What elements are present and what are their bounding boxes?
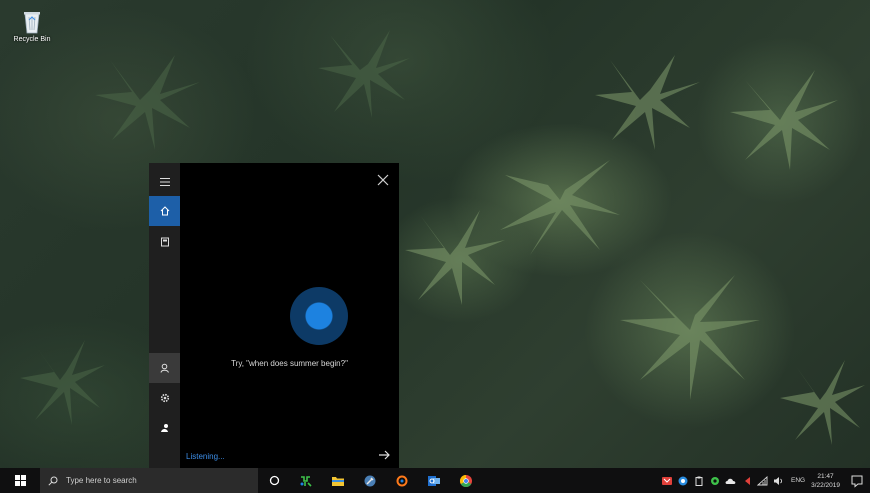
recycle-bin-icon: [21, 8, 43, 34]
cortana-panel: Try, "when does summer begin?" Listening…: [149, 163, 399, 468]
red-arrow-icon: [744, 476, 750, 485]
start-button[interactable]: [0, 468, 40, 493]
clock[interactable]: 21:47 3/22/2019: [811, 472, 840, 490]
chrome-icon: [459, 474, 472, 487]
cortana-status: Listening...: [186, 452, 225, 461]
cortana-menu-button[interactable]: [149, 167, 180, 197]
gear-icon: [160, 393, 169, 403]
person-icon: [160, 363, 169, 373]
tray-clipboard[interactable]: [693, 475, 705, 487]
tray-app-red[interactable]: [661, 475, 673, 487]
close-button[interactable]: [376, 173, 390, 187]
cortana-orb[interactable]: [290, 287, 348, 345]
close-icon: [377, 174, 389, 186]
action-center-button[interactable]: [850, 474, 864, 488]
taskbar-app-tool[interactable]: [354, 468, 386, 493]
green-tray-icon: [710, 476, 719, 485]
taskbar-cortana-button[interactable]: [258, 468, 290, 493]
circle-icon: [269, 475, 279, 486]
tray-network[interactable]: [757, 475, 769, 487]
home-icon: [160, 206, 169, 216]
cortana-content: Try, "when does summer begin?" Listening…: [180, 163, 399, 468]
mail-icon: [428, 475, 440, 486]
search-icon: [48, 476, 58, 486]
desktop-wallpaper: [0, 0, 870, 468]
volume-icon: [774, 476, 783, 485]
leaf-pattern: [20, 30, 865, 445]
orange-app-icon: [396, 475, 408, 486]
system-tray: ENG 21:47 3/22/2019: [659, 468, 870, 493]
notification-icon: [851, 475, 863, 488]
arrow-right-icon: [379, 450, 390, 460]
cortana-notebook-button[interactable]: [149, 227, 180, 257]
notebook-icon: [160, 237, 169, 247]
blue-app-icon: [678, 476, 688, 485]
tray-app-blue[interactable]: [677, 475, 689, 487]
submit-button[interactable]: [377, 448, 391, 462]
cortana-home-button[interactable]: [149, 196, 180, 226]
windows-logo-icon: [14, 475, 26, 486]
cortana-settings-button[interactable]: [149, 383, 180, 413]
tool-icon: [364, 475, 376, 486]
taskbar-app-orange[interactable]: [386, 468, 418, 493]
taskbar-app-green[interactable]: [290, 468, 322, 493]
cortana-side-rail: [149, 163, 180, 468]
tray-cloud[interactable]: [725, 475, 737, 487]
taskbar-file-explorer[interactable]: [322, 468, 354, 493]
folder-icon: [332, 476, 344, 486]
taskbar: Type here to search ENG 21:47 3/22/2019: [0, 468, 870, 493]
hamburger-menu-icon: [159, 178, 170, 186]
tray-app-green[interactable]: [709, 475, 721, 487]
clock-date: 3/22/2019: [811, 481, 840, 489]
clipboard-icon: [695, 476, 703, 486]
cortana-feedback-button[interactable]: [149, 413, 180, 443]
taskbar-chrome[interactable]: [450, 468, 482, 493]
cloud-icon: [726, 478, 736, 484]
language-indicator[interactable]: ENG: [791, 477, 805, 484]
taskbar-outlook[interactable]: [418, 468, 450, 493]
clock-time: 21:47: [817, 472, 834, 480]
tray-arrow[interactable]: [741, 475, 753, 487]
desktop-icon-label: Recycle Bin: [13, 36, 51, 43]
cortana-account-button[interactable]: [149, 353, 180, 383]
feedback-icon: [160, 424, 168, 432]
network-icon: [757, 475, 768, 485]
green-app-icon: [300, 475, 312, 487]
tray-volume[interactable]: [773, 475, 785, 487]
red-app-icon: [661, 476, 672, 485]
cortana-suggestion: Try, "when does summer begin?": [231, 359, 348, 368]
desktop-icon-recycle-bin[interactable]: Recycle Bin: [8, 8, 56, 43]
taskbar-search-box[interactable]: Type here to search: [40, 468, 258, 493]
search-placeholder: Type here to search: [66, 476, 137, 485]
